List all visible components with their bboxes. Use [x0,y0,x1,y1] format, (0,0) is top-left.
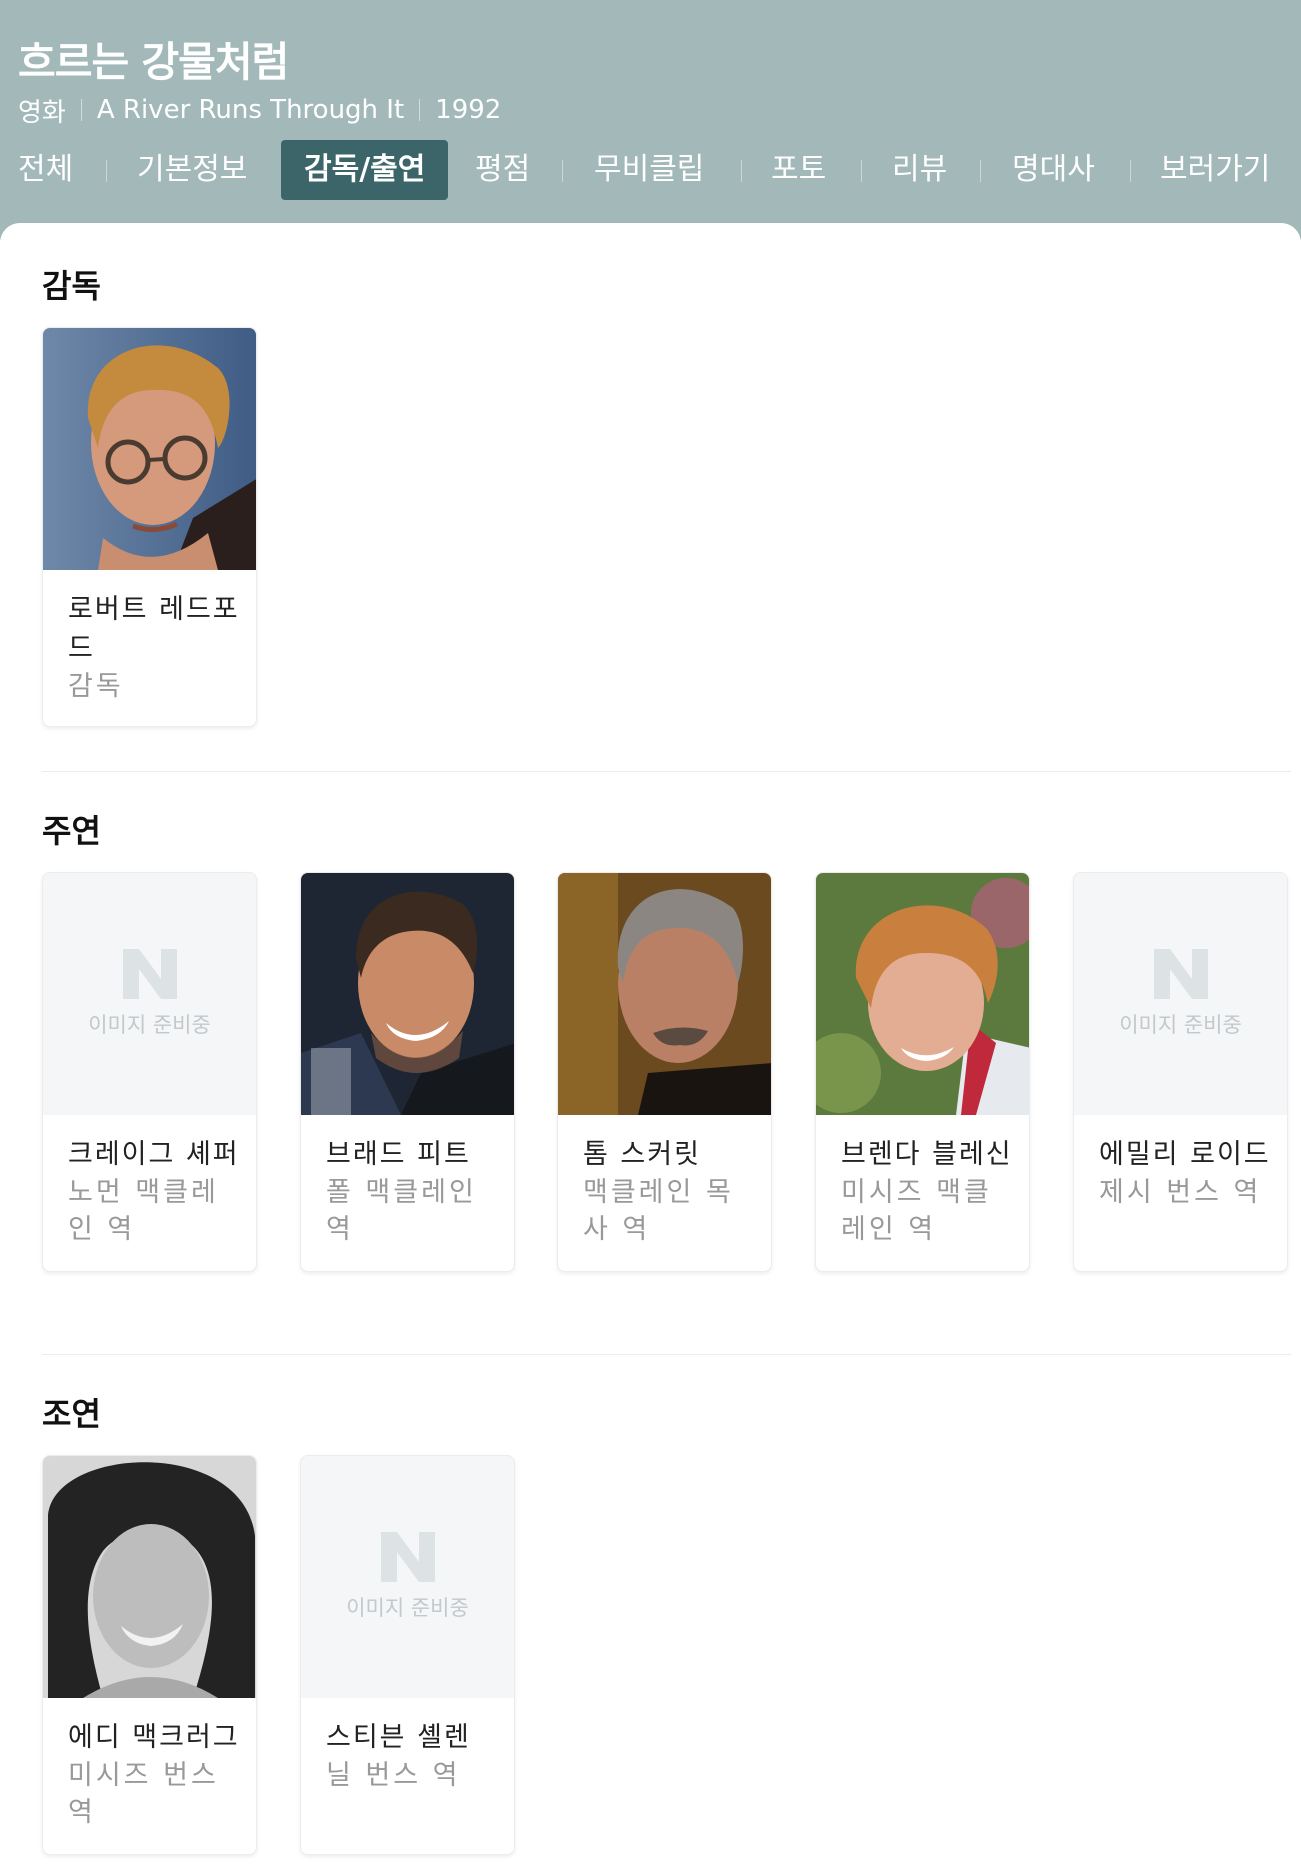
meta-separator [80,99,82,121]
person-card-craig-sheffer[interactable]: 이미지 준비중 크레이그 셰퍼 노먼 맥클레인 역 [42,872,257,1272]
placeholder-label: 이미지 준비중 [346,1596,469,1620]
cast-content: 감독 로버트 레드포드 감독 주연 이미지 준비중 크레이그 셰퍼 노먼 맥클레… [0,223,1301,1873]
page-title: 흐르는 강물처럼 [18,38,289,86]
person-card-emily-lloyd[interactable]: 이미지 준비중 에밀리 로이드 제시 번스 역 [1073,872,1288,1272]
tab-separator [562,160,563,182]
person-card-robert-redford[interactable]: 로버트 레드포드 감독 [42,327,257,727]
person-info: 톰 스커릿 맥클레인 목사 역 [583,1135,761,1248]
person-role: 맥클레인 목사 역 [583,1177,734,1245]
person-name: 브렌다 블레신 [841,1139,1013,1170]
person-name: 크레이그 셰퍼 [68,1139,240,1170]
tab-rating[interactable]: 평점 [475,140,530,200]
person-info: 브렌다 블레신 미시즈 맥클레인 역 [841,1135,1019,1248]
placeholder-label: 이미지 준비중 [1119,1013,1242,1037]
image-placeholder: 이미지 준비중 [43,873,256,1115]
tab-review[interactable]: 리뷰 [892,140,947,200]
tab-separator [106,160,107,182]
person-role: 미시즈 번스 역 [68,1760,219,1828]
section-divider [42,1354,1291,1355]
n-logo-icon [1153,949,1208,999]
section-divider [42,771,1291,772]
person-name: 로버트 레드포드 [68,594,240,664]
person-info: 에디 맥크러그 미시즈 번스 역 [68,1718,246,1831]
person-photo [816,873,1029,1115]
person-card-tom-skerritt[interactable]: 톰 스커릿 맥클레인 목사 역 [557,872,772,1272]
person-info: 에밀리 로이드 제시 번스 역 [1099,1135,1277,1211]
person-info: 브래드 피트 폴 맥클레인 역 [326,1135,504,1248]
n-logo-icon [380,1532,435,1582]
person-name: 브래드 피트 [326,1139,471,1170]
person-name: 스티븐 셸렌 [326,1722,471,1753]
tab-separator [980,160,981,182]
header: 흐르는 강물처럼 영화 A River Runs Through It 1992… [0,0,1301,240]
meta-separator [419,99,421,121]
person-name: 톰 스커릿 [583,1139,701,1170]
tab-photo[interactable]: 포토 [771,140,826,200]
person-card-brad-pitt[interactable]: 브래드 피트 폴 맥클레인 역 [300,872,515,1272]
person-info: 스티븐 셸렌 닐 번스 역 [326,1718,504,1794]
release-year: 1992 [435,95,502,125]
person-role: 닐 번스 역 [326,1760,461,1791]
section-title-director: 감독 [42,267,101,305]
tab-movie-clip[interactable]: 무비클립 [594,140,704,200]
section-title-lead: 주연 [42,812,101,850]
person-role: 미시즈 맥클레인 역 [841,1177,992,1245]
person-name: 에디 맥크러그 [68,1722,240,1753]
image-placeholder: 이미지 준비중 [1074,873,1287,1115]
person-card-stephen-shellen[interactable]: 이미지 준비중 스티븐 셸렌 닐 번스 역 [300,1455,515,1855]
person-role: 감독 [68,671,124,702]
person-photo [43,328,256,570]
tab-all[interactable]: 전체 [18,140,73,200]
person-card-brenda-blethyn[interactable]: 브렌다 블레신 미시즈 맥클레인 역 [815,872,1030,1272]
person-info: 크레이그 셰퍼 노먼 맥클레인 역 [68,1135,246,1248]
person-card-eddie-mcclurg[interactable]: 에디 맥크러그 미시즈 번스 역 [42,1455,257,1855]
person-photo [301,873,514,1115]
person-info: 로버트 레드포드 감독 [68,590,246,705]
tab-basic-info[interactable]: 기본정보 [137,140,247,200]
person-photo [558,873,771,1115]
person-name: 에밀리 로이드 [1099,1139,1271,1170]
original-title: A River Runs Through It [96,95,405,125]
tab-where-to-watch[interactable]: 보러가기 [1160,140,1270,200]
person-role: 노먼 맥클레인 역 [68,1177,219,1245]
movie-meta: 영화 A River Runs Through It 1992 [18,92,501,128]
category-label: 영화 [18,97,66,128]
tab-director-cast[interactable]: 감독/출연 [281,140,449,200]
person-role: 폴 맥클레인 역 [326,1177,477,1245]
tab-separator [861,160,862,182]
person-role: 제시 번스 역 [1099,1177,1262,1208]
section-title-supporting: 조연 [42,1395,101,1433]
n-logo-icon [122,949,177,999]
tab-separator [1130,160,1131,182]
image-placeholder: 이미지 준비중 [301,1456,514,1698]
tab-separator [741,160,742,182]
person-photo [43,1456,256,1698]
tab-famous-lines[interactable]: 명대사 [1012,140,1095,200]
placeholder-label: 이미지 준비중 [88,1013,211,1037]
